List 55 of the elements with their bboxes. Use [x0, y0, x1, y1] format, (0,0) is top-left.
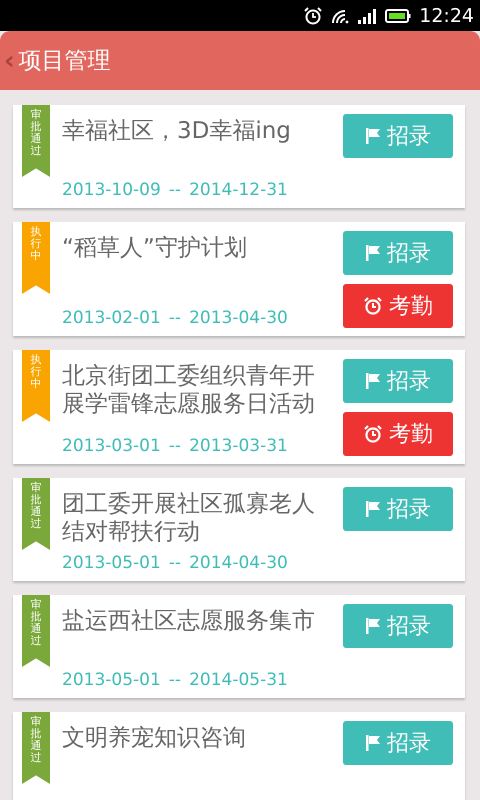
start-date: 2013-03-01: [62, 436, 161, 456]
flag-icon: [365, 500, 381, 518]
recruit-button[interactable]: 招录: [343, 721, 453, 765]
status-ribbon: 审批通过: [22, 712, 50, 784]
project-card[interactable]: 审批通过 团工委开展社区孤寡老人结对帮扶行动 2013-05-01 -- 2014-04-30 招录: [13, 478, 465, 581]
status-ribbon: 审批通过: [22, 595, 50, 667]
project-card[interactable]: 执行中 北京街团工委组织青年开展学雷锋志愿服务日活动 2013-03-01 -- 2013-03-31 招录 考勤: [13, 350, 465, 464]
status-ribbon: 审批通过: [22, 105, 50, 177]
status-ribbon: 审批通过: [22, 478, 50, 550]
start-date: 2013-10-09: [62, 180, 161, 200]
battery-icon: [385, 8, 412, 24]
end-date: 2013-04-30: [189, 308, 288, 328]
end-date: 2014-12-31: [189, 180, 288, 200]
page-title: 项目管理: [18, 47, 111, 76]
start-date: 2013-02-01: [62, 308, 161, 328]
recruit-button[interactable]: 招录: [343, 604, 453, 648]
project-title: 文明养宠知识咨询: [62, 724, 247, 752]
attendance-button[interactable]: 考勤: [343, 284, 453, 328]
date-separator: --: [168, 670, 182, 690]
date-separator: --: [168, 180, 182, 200]
recruit-button[interactable]: 招录: [343, 231, 453, 275]
status-ribbon: 执行中: [22, 222, 50, 294]
flag-icon: [365, 372, 381, 390]
attendance-button[interactable]: 考勤: [343, 412, 453, 456]
date-separator: --: [168, 436, 182, 456]
project-title: 北京街团工委组织青年开展学雷锋志愿服务日活动: [62, 362, 316, 418]
project-card[interactable]: 审批通过 文明养宠知识咨询 招录: [13, 712, 465, 800]
project-title: 盐运西社区志愿服务集市: [62, 607, 316, 635]
project-card[interactable]: 执行中 “稻草人”守护计划 2013-02-01 -- 2013-04-30 招录 考勤: [13, 222, 465, 336]
start-date: 2013-05-01: [62, 553, 161, 573]
project-card[interactable]: 审批通过 盐运西社区志愿服务集市 2013-05-01 -- 2014-05-31 招录: [13, 595, 465, 698]
project-card[interactable]: 审批通过 幸福社区，3D幸福ing 2013-10-09 -- 2014-12-31 招录: [13, 105, 465, 208]
recruit-button[interactable]: 招录: [343, 114, 453, 158]
project-title: “稻草人”守护计划: [62, 234, 248, 262]
date-separator: --: [168, 308, 182, 328]
flag-icon: [365, 127, 381, 145]
alarm-icon: [303, 6, 324, 26]
end-date: 2014-04-30: [189, 553, 288, 573]
status-ribbon: 执行中: [22, 350, 50, 422]
alarm-clock-icon: [363, 424, 383, 444]
flag-icon: [365, 244, 381, 262]
wifi-icon: [331, 8, 350, 24]
status-time: 12:24: [419, 4, 474, 26]
signal-icon: [357, 8, 378, 24]
date-separator: --: [168, 553, 182, 573]
alarm-clock-icon: [363, 296, 383, 316]
flag-icon: [365, 617, 381, 635]
end-date: 2013-03-31: [189, 436, 288, 456]
project-title: 团工委开展社区孤寡老人结对帮扶行动: [62, 490, 316, 546]
recruit-button[interactable]: 招录: [343, 359, 453, 403]
project-title: 幸福社区，3D幸福ing: [62, 117, 292, 145]
flag-icon: [365, 734, 381, 752]
recruit-button[interactable]: 招录: [343, 487, 453, 531]
end-date: 2014-05-31: [189, 670, 288, 690]
start-date: 2013-05-01: [62, 670, 161, 690]
